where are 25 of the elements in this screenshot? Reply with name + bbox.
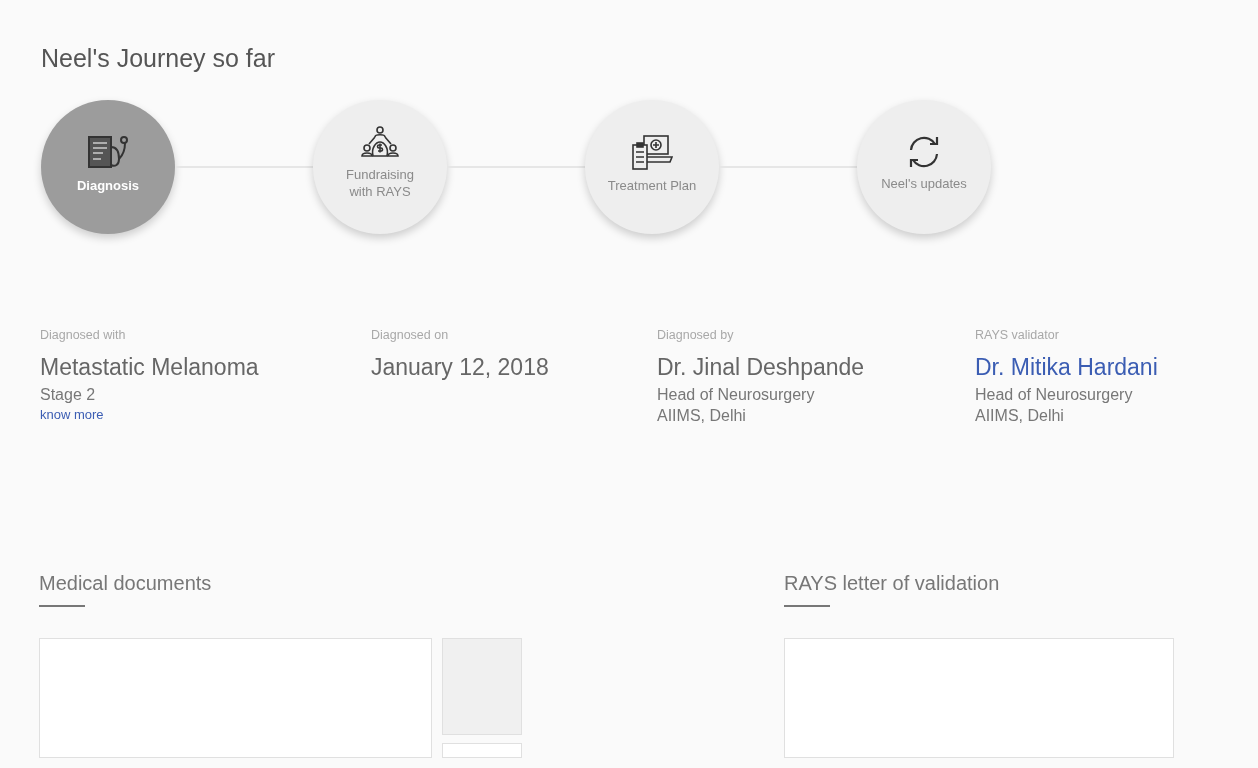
- step-button[interactable]: Diagnosis: [41, 100, 175, 234]
- detail-line: Head of Neurosurgery: [975, 385, 1134, 405]
- section-title: Medical documents: [39, 572, 212, 595]
- doctor-link[interactable]: Dr. Mitika Hardani: [975, 354, 1235, 381]
- detail-value: Metastatic Melanoma: [40, 354, 260, 381]
- section-title: RAYS letter of validation: [784, 572, 1000, 595]
- document-thumbnail[interactable]: [442, 638, 522, 735]
- laptop-clipboard-icon: [630, 132, 674, 171]
- detail-label: Diagnosed with: [40, 328, 127, 342]
- know-more-link[interactable]: know more: [40, 407, 104, 422]
- page-title: Neel's Journey so far: [41, 44, 277, 73]
- detail-value: Dr. Jinal Deshpande: [657, 354, 866, 381]
- people-money-icon: [361, 126, 399, 160]
- document-thumbnail[interactable]: [442, 743, 522, 758]
- step-button[interactable]: Neel's updates: [857, 100, 991, 234]
- detail-line: Stage 2: [40, 385, 97, 405]
- detail-value: January 12, 2018: [371, 354, 550, 381]
- step-button[interactable]: Treatment Plan: [585, 100, 719, 234]
- step-button[interactable]: Fundraising with RAYS: [313, 100, 447, 234]
- detail-line: AIIMS, Delhi: [975, 406, 1065, 426]
- detail-label: RAYS validator: [975, 328, 1060, 342]
- detail-line: AIIMS, Delhi: [657, 406, 747, 426]
- detail-label: Diagnosed on: [371, 328, 450, 342]
- detail-line: Head of Neurosurgery: [657, 385, 816, 405]
- detail-label: Diagnosed by: [657, 328, 735, 342]
